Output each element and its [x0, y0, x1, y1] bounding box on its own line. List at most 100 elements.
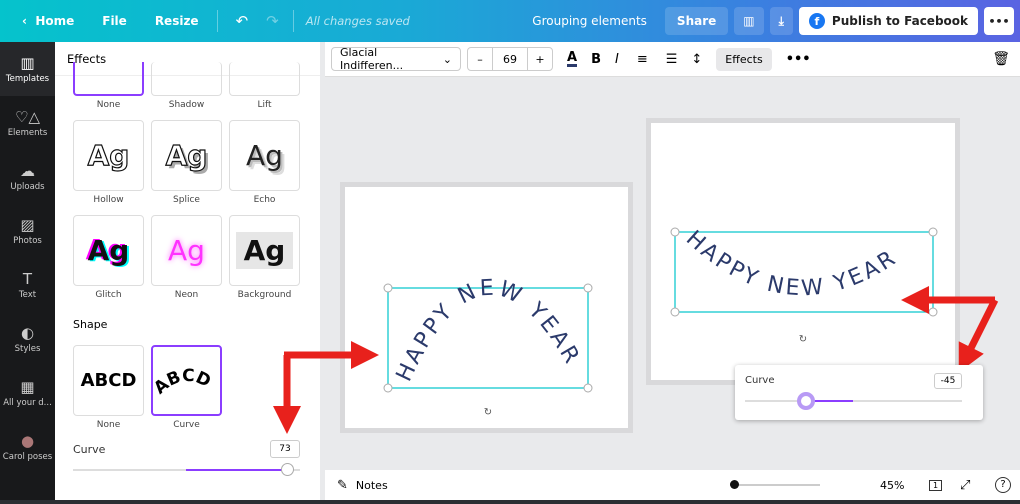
- slider-handle[interactable]: [281, 463, 294, 476]
- curve-sample-text: ABCD: [154, 365, 214, 398]
- slider-handle[interactable]: [730, 480, 739, 489]
- effect-label: Shadow: [168, 100, 205, 110]
- sidebar-item-elements[interactable]: ♡△ Elements: [0, 96, 55, 150]
- font-dropdown[interactable]: Glacial Indifferen... ⌄: [331, 46, 461, 72]
- label: Photos: [13, 236, 42, 246]
- share-button[interactable]: Share: [664, 7, 729, 35]
- publish-label: Publish to Facebook: [831, 14, 968, 28]
- file-menu[interactable]: File: [102, 14, 127, 28]
- label: Uploads: [10, 182, 45, 192]
- shape-label: Curve: [173, 420, 200, 430]
- page-left[interactable]: [345, 187, 628, 428]
- shape-none[interactable]: ABCD: [73, 345, 144, 416]
- label: Elements: [7, 128, 48, 138]
- label: Text: [18, 290, 37, 300]
- italic-icon[interactable]: I: [615, 52, 619, 67]
- curved-sample: ABCD: [154, 365, 214, 398]
- slider-handle[interactable]: [797, 392, 815, 410]
- help-icon[interactable]: ?: [995, 477, 1011, 493]
- shape-heading: Shape: [73, 318, 108, 331]
- effect-label: Lift: [257, 100, 272, 110]
- grid-icon: ▦: [20, 378, 35, 396]
- sidebar: ▥ Templates ♡△ Elements ☁ Uploads ▨ Photos T…: [0, 42, 55, 504]
- page-right[interactable]: [651, 123, 955, 380]
- effect-label: Echo: [253, 195, 276, 205]
- curve-label: Curve: [73, 443, 106, 456]
- publish-facebook-button[interactable]: f Publish to Facebook: [798, 7, 978, 35]
- effect-glitch[interactable]: Ag: [73, 215, 144, 286]
- top-bar: ‹ Home File Resize ↶ ↷ All changes saved…: [0, 0, 1020, 42]
- upload-icon: ☁: [20, 162, 35, 180]
- notes-icon[interactable]: ✎: [337, 478, 348, 493]
- redo-icon[interactable]: ↷: [266, 12, 279, 30]
- chevron-down-icon: ⌄: [442, 52, 452, 66]
- trash-icon[interactable]: 🗑: [992, 51, 1010, 67]
- label: Carol poses: [2, 452, 53, 462]
- font-name: Glacial Indifferen...: [340, 46, 404, 72]
- sidebar-item-uploads[interactable]: ☁ Uploads: [0, 150, 55, 204]
- sidebar-item-carol-poses[interactable]: ● Carol poses: [0, 420, 55, 474]
- effect-label: Glitch: [95, 290, 122, 300]
- curve-slider[interactable]: [73, 463, 300, 476]
- svg-text:ABCD: ABCD: [154, 365, 214, 398]
- effects-button[interactable]: Effects: [716, 47, 772, 71]
- zoom-slider[interactable]: [730, 480, 820, 489]
- shape-label: None: [96, 420, 121, 430]
- sidebar-item-styles[interactable]: ◐ Styles: [0, 312, 55, 366]
- text-icon: T: [22, 270, 33, 288]
- undo-icon[interactable]: ↶: [236, 12, 249, 30]
- more-button[interactable]: •••: [984, 7, 1014, 35]
- sidebar-item-all-designs[interactable]: ▦ All your d...: [0, 366, 55, 420]
- popup-curve-value[interactable]: -45: [934, 373, 962, 389]
- bottom-bar: ✎ Notes 45% 1 ⤢ ?: [325, 470, 1020, 500]
- avatar: ●: [20, 432, 35, 450]
- slider-fill: [186, 469, 287, 471]
- decrease-button[interactable]: –: [468, 48, 492, 70]
- label: Templates: [5, 74, 50, 84]
- font-size-value[interactable]: 69: [492, 48, 528, 70]
- resize-menu[interactable]: Resize: [155, 14, 199, 28]
- sidebar-item-templates[interactable]: ▥ Templates: [0, 42, 55, 96]
- zoom-level[interactable]: 45%: [880, 479, 904, 492]
- text-toolbar: Glacial Indifferen... ⌄ –69 + A B I ≡ ☰ ↕ …: [325, 42, 1020, 77]
- notes-button[interactable]: Notes: [356, 479, 388, 492]
- effect-label: Hollow: [93, 195, 124, 205]
- sidebar-item-photos[interactable]: ▨ Photos: [0, 204, 55, 258]
- effect-shadow[interactable]: [151, 62, 222, 96]
- label: Styles: [14, 344, 41, 354]
- effect-echo[interactable]: Ag: [229, 120, 300, 191]
- effect-hollow[interactable]: Ag: [73, 120, 144, 191]
- palette-icon: ◐: [20, 324, 35, 342]
- home-label: Home: [35, 14, 75, 28]
- effect-label: Splice: [173, 195, 200, 205]
- elements-icon: ♡△: [15, 108, 40, 126]
- text-color-icon[interactable]: A: [567, 51, 578, 67]
- save-status: All changes saved: [305, 14, 410, 28]
- shape-curve[interactable]: ABCD: [151, 345, 222, 416]
- bold-icon[interactable]: B: [591, 52, 601, 67]
- page-count-button[interactable]: 1: [929, 479, 943, 491]
- effect-neon[interactable]: Ag: [151, 215, 222, 286]
- download-icon[interactable]: ⤓: [769, 7, 793, 35]
- curve-value-input[interactable]: 73: [270, 440, 300, 458]
- sidebar-item-text[interactable]: T Text: [0, 258, 55, 312]
- list-icon[interactable]: ☰: [666, 52, 678, 67]
- align-icon[interactable]: ≡: [637, 52, 648, 67]
- fullscreen-icon[interactable]: ⤢: [960, 478, 970, 493]
- background-sample: Ag: [235, 232, 294, 269]
- effect-none[interactable]: [73, 62, 144, 96]
- design-title[interactable]: Grouping elements: [532, 14, 647, 28]
- effect-lift[interactable]: [229, 62, 300, 96]
- spacing-icon[interactable]: ↕: [691, 52, 702, 67]
- effects-panel: Effects None Shadow Lift Ag Ag Ag Hollow…: [55, 42, 320, 504]
- font-size-stepper[interactable]: –69 +: [467, 47, 553, 71]
- curve-popup: Curve -45: [735, 365, 983, 420]
- more-options-button[interactable]: •••: [786, 52, 811, 67]
- increase-button[interactable]: +: [528, 48, 552, 70]
- home-button[interactable]: ‹ Home: [22, 14, 74, 28]
- effect-background[interactable]: Ag: [229, 215, 300, 286]
- popup-curve-slider[interactable]: [745, 392, 962, 410]
- label: All your d...: [3, 398, 52, 408]
- effect-splice[interactable]: Ag: [151, 120, 222, 191]
- insights-icon[interactable]: ▥: [734, 7, 764, 35]
